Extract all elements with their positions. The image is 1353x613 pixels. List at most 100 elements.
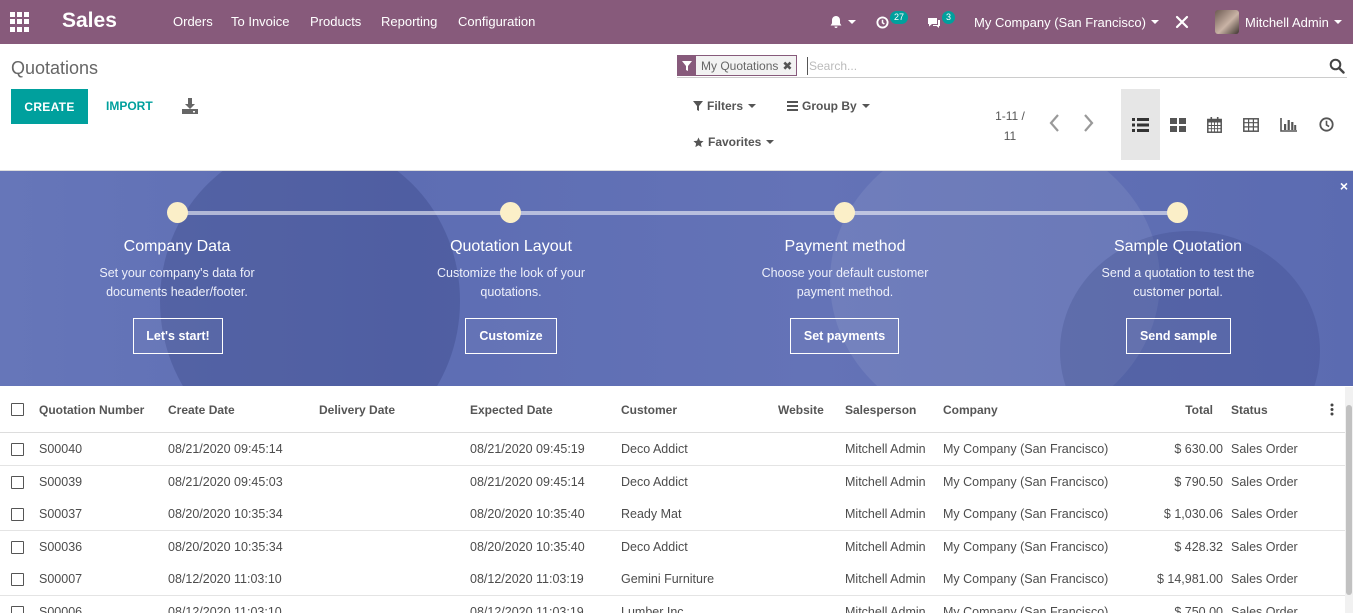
pivot-view-icon xyxy=(1242,117,1259,132)
bell-icon xyxy=(830,16,842,28)
filter-icon xyxy=(678,55,696,76)
column-create-date[interactable]: Create Date xyxy=(168,403,235,417)
cell-customer: Deco Addict xyxy=(621,539,688,554)
column-status[interactable]: Status xyxy=(1231,403,1268,417)
column-customer[interactable]: Customer xyxy=(621,403,677,417)
lets-start-button[interactable]: Let's start! xyxy=(133,318,223,354)
download-icon[interactable] xyxy=(181,97,199,115)
activities-menu[interactable]: 27 xyxy=(876,0,909,44)
search-facet[interactable]: My Quotations ✖ xyxy=(677,55,798,76)
user-menu[interactable]: Mitchell Admin xyxy=(1215,0,1342,44)
table-row[interactable]: S00039 08/21/2020 09:45:03 08/21/2020 09:4… xyxy=(0,465,1345,499)
menu-orders[interactable]: Orders xyxy=(173,14,213,29)
cell-salesperson: Mitchell Admin xyxy=(845,572,926,586)
scrollbar-thumb[interactable] xyxy=(1346,405,1352,595)
column-delivery-date[interactable]: Delivery Date xyxy=(319,403,395,417)
table-row[interactable]: S00037 08/20/2020 10:35:34 08/20/2020 10:3… xyxy=(0,498,1345,531)
search-input[interactable] xyxy=(807,57,1317,75)
column-salesperson[interactable]: Salesperson xyxy=(845,403,916,417)
user-name: Mitchell Admin xyxy=(1245,14,1329,30)
activity-view-button[interactable] xyxy=(1308,89,1345,160)
cell-company: My Company (San Francisco) xyxy=(943,539,1109,554)
cell-salesperson: Mitchell Admin xyxy=(845,474,926,489)
pivot-view-button[interactable] xyxy=(1232,89,1269,160)
groupby-dropdown[interactable]: Group By xyxy=(787,99,870,113)
debug-tools-button[interactable] xyxy=(1175,0,1189,44)
menu-configuration[interactable]: Configuration xyxy=(458,14,535,29)
clock-icon xyxy=(876,15,889,29)
step-description: Customize the look of your quotations. xyxy=(411,264,611,302)
set-payments-button[interactable]: Set payments xyxy=(790,318,899,354)
kanban-view-button[interactable] xyxy=(1159,89,1196,160)
menu-products[interactable]: Products xyxy=(310,14,361,29)
import-button[interactable]: IMPORT xyxy=(106,99,153,113)
step-description-line: customer portal. xyxy=(1133,285,1223,299)
app-name[interactable]: Sales xyxy=(62,9,117,33)
scrollbar[interactable] xyxy=(1345,387,1353,613)
cell-status: Sales Order xyxy=(1231,474,1298,489)
table-row[interactable]: S00007 08/12/2020 11:03:10 08/12/2020 11:0… xyxy=(0,563,1345,596)
step-description: Set your company's data for documents he… xyxy=(77,264,277,302)
activity-count-badge: 27 xyxy=(890,10,909,24)
optional-columns-icon[interactable] xyxy=(1330,403,1334,416)
table-row[interactable]: S00036 08/20/2020 10:35:34 08/20/2020 10:3… xyxy=(0,530,1345,564)
cell-total: $ 790.50 xyxy=(1174,474,1223,489)
menu-reporting[interactable]: Reporting xyxy=(381,14,437,29)
cell-salesperson: Mitchell Admin xyxy=(845,604,926,613)
pager-value[interactable]: 1-11 / 11 xyxy=(988,106,1032,146)
table-row[interactable]: S00040 08/21/2020 09:45:14 08/21/2020 09:4… xyxy=(0,433,1345,466)
top-navbar: Sales Orders To Invoice Products Reporti… xyxy=(0,0,1353,44)
calendar-view-button[interactable] xyxy=(1196,89,1233,160)
row-checkbox[interactable] xyxy=(11,573,24,586)
table-row[interactable]: S00006 08/12/2020 11:03:10 08/12/2020 11:0… xyxy=(0,595,1345,613)
row-checkbox[interactable] xyxy=(11,540,24,554)
company-switcher[interactable]: My Company (San Francisco) xyxy=(974,0,1159,44)
list-view-icon xyxy=(1132,117,1149,132)
apps-menu-icon[interactable] xyxy=(10,12,30,32)
cell-status: Sales Order xyxy=(1231,507,1298,521)
list-view-button[interactable] xyxy=(1121,89,1160,160)
favorites-dropdown[interactable]: Favorites xyxy=(693,135,775,149)
chevron-down-icon xyxy=(766,140,775,144)
row-checkbox[interactable] xyxy=(11,443,24,456)
row-checkbox[interactable] xyxy=(11,475,24,489)
chevron-left-icon[interactable] xyxy=(1048,112,1062,134)
search-icon[interactable] xyxy=(1329,58,1345,74)
close-icon[interactable]: ✖ xyxy=(782,59,796,73)
column-quotation-number[interactable]: Quotation Number xyxy=(39,403,144,417)
create-button[interactable]: CREATE xyxy=(11,89,88,124)
cell-quotation-number: S00040 xyxy=(39,442,83,456)
select-all-checkbox[interactable] xyxy=(11,403,24,416)
chevron-down-icon xyxy=(1333,20,1342,24)
step-description-line: Set your company's data for xyxy=(99,266,255,280)
graph-view-button[interactable] xyxy=(1270,89,1307,160)
notifications-menu[interactable] xyxy=(829,0,856,44)
menu-to-invoice[interactable]: To Invoice xyxy=(231,14,290,29)
column-website[interactable]: Website xyxy=(778,403,824,417)
messages-menu[interactable]: 3 xyxy=(927,0,956,44)
step-dot xyxy=(834,202,855,223)
column-company[interactable]: Company xyxy=(943,403,998,417)
chevron-right-icon[interactable] xyxy=(1081,112,1095,134)
filter-icon xyxy=(693,101,703,111)
step-description-line: documents header/footer. xyxy=(106,285,248,299)
cell-total: $ 750.00 xyxy=(1174,604,1223,613)
step-title: Company Data xyxy=(123,238,231,255)
column-expected-date[interactable]: Expected Date xyxy=(470,403,553,417)
page-title: Quotations xyxy=(11,58,99,78)
step-dot xyxy=(500,202,521,223)
cell-create-date: 08/12/2020 11:03:10 xyxy=(168,604,282,613)
step-description: Send a quotation to test the customer po… xyxy=(1078,264,1278,302)
send-sample-button[interactable]: Send sample xyxy=(1126,318,1231,354)
row-checkbox[interactable] xyxy=(11,605,24,613)
close-icon[interactable]: × xyxy=(1340,178,1348,194)
row-checkbox[interactable] xyxy=(11,508,24,521)
cell-customer: Gemini Furniture xyxy=(621,572,715,586)
cell-customer: Ready Mat xyxy=(621,507,682,521)
cell-expected-date: 08/21/2020 09:45:14 xyxy=(470,474,585,489)
search-bar: My Quotations ✖ xyxy=(677,54,1347,78)
column-total[interactable]: Total xyxy=(1133,403,1213,417)
cell-create-date: 08/12/2020 11:03:10 xyxy=(168,572,282,586)
filters-dropdown[interactable]: Filters xyxy=(693,99,757,113)
customize-button[interactable]: Customize xyxy=(465,318,557,354)
